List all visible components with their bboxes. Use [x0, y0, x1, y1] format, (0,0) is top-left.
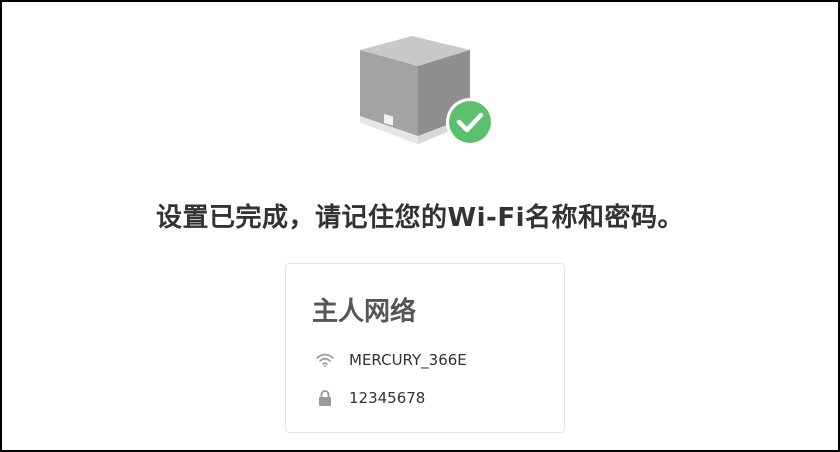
wifi-icon: [316, 351, 334, 369]
ssid-row: MERCURY_366E: [316, 349, 467, 371]
checkmark-circle-icon: [446, 98, 494, 146]
network-info-card: 主人网络 MERCURY_366E 12345678: [285, 263, 565, 433]
card-title: 主人网络: [312, 297, 417, 327]
lock-icon: [316, 389, 334, 407]
router-illustration: [354, 32, 500, 150]
password-value: 12345678: [349, 389, 426, 407]
setup-complete-screen: 设置已完成，请记住您的Wi-Fi名称和密码。 主人网络 MERCURY_366E: [0, 0, 840, 452]
ssid-value: MERCURY_366E: [349, 351, 467, 369]
password-row: 12345678: [316, 387, 425, 409]
page-title: 设置已完成，请记住您的Wi-Fi名称和密码。: [155, 203, 685, 233]
